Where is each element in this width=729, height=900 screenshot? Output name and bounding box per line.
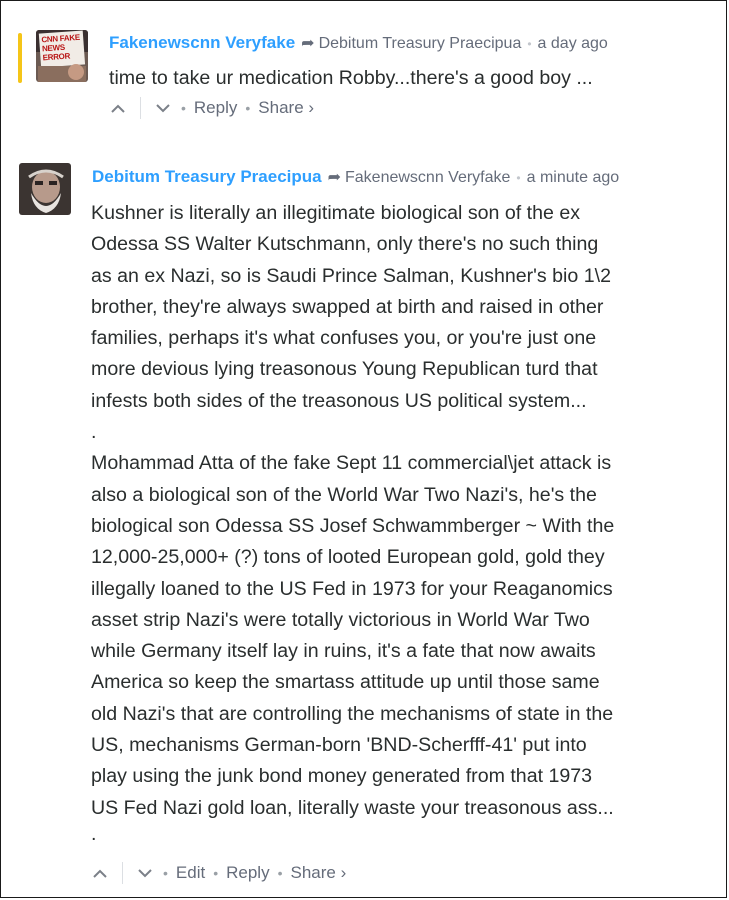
bullet-separator: •: [516, 171, 521, 185]
bullet-separator: •: [213, 865, 219, 881]
author-link[interactable]: Debitum Treasury Praecipua: [92, 167, 322, 187]
share-button[interactable]: Share ›: [290, 863, 346, 883]
comment-header: Debitum Treasury Praecipua ➦ Fakenewscnn…: [92, 167, 619, 187]
author-link[interactable]: Fakenewscnn Veryfake: [109, 33, 295, 53]
comment-text-line: US Fed Nazi gold loan, literally waste y…: [91, 796, 614, 819]
reply-arrow-icon: ➦: [301, 35, 315, 52]
reply-button[interactable]: Reply: [194, 98, 237, 118]
bullet-separator: •: [277, 865, 283, 881]
comment-text-line: play using the junk bond money generated…: [91, 765, 593, 788]
parent-author-link[interactable]: Debitum Treasury Praecipua: [319, 35, 522, 53]
comment-text-line: America so keep the smartass attitude up…: [91, 671, 600, 694]
comment-text-line: while Germany itself lay in ruins, it's …: [91, 640, 596, 663]
downvote-chevron-down-icon[interactable]: [153, 103, 173, 113]
upvote-chevron-up-icon[interactable]: [108, 104, 128, 113]
avatar-sign-text: CNN FAKE NEWS ERROR: [41, 32, 81, 63]
bullet-separator: •: [527, 37, 532, 51]
comment-text-line: illegally loaned to the US Fed in 1973 f…: [91, 577, 613, 600]
timestamp-link[interactable]: a day ago: [538, 35, 608, 53]
comment-text-line: .: [91, 421, 97, 444]
comment-text-line: Mohammad Atta of the fake Sept 11 commer…: [91, 452, 612, 475]
comment-text-line: as an ex Nazi, so is Saudi Prince Salman…: [91, 264, 611, 287]
bullet-separator: •: [181, 100, 186, 116]
comment-body: time to take ur medication Robby...there…: [109, 63, 709, 94]
comment-footer: • Edit • Reply • Share ›: [90, 862, 346, 884]
bullet-separator: •: [163, 865, 168, 881]
avatar[interactable]: [19, 163, 71, 215]
reply-button[interactable]: Reply: [226, 863, 269, 883]
comment-header: Fakenewscnn Veryfake ➦ Debitum Treasury …: [109, 33, 608, 53]
comment-text-line: time to take ur medication Robby...there…: [109, 67, 593, 89]
edit-button[interactable]: Edit: [176, 863, 205, 883]
comment-text-line: asset strip Nazi's were totally victorio…: [91, 608, 590, 631]
timestamp-link[interactable]: a minute ago: [527, 169, 620, 187]
avatar-image: [19, 163, 71, 215]
vote-divider: [140, 97, 141, 119]
share-button[interactable]: Share ›: [258, 98, 314, 118]
upvote-chevron-up-icon[interactable]: [90, 869, 110, 878]
comment-text-line: more devious lying treasonous Young Repu…: [91, 358, 598, 381]
avatar[interactable]: CNN FAKE NEWS ERROR: [36, 30, 88, 82]
comment-text-line: biological son Odessa SS Josef Schwammbe…: [91, 514, 615, 537]
comment-body: Kushner is literally an illegitimate bio…: [91, 198, 716, 844]
bullet-separator: •: [245, 100, 251, 116]
vote-divider: [122, 862, 123, 884]
parent-author-link[interactable]: Fakenewscnn Veryfake: [345, 169, 510, 187]
comment-text-line: Kushner is literally an illegitimate bio…: [91, 202, 581, 224]
comment-text-line: old Nazi's that are controlling the mech…: [91, 702, 614, 725]
comment-footer: • Reply • Share ›: [108, 97, 314, 119]
comment-text-line: US, mechanisms German-born 'BND-Scherfff…: [91, 734, 587, 757]
reply-arrow-icon: ➦: [327, 169, 341, 186]
comment-text-line: .: [91, 822, 97, 845]
comment-text-line: also a biological son of the World War T…: [91, 483, 597, 506]
comment-text-line: infests both sides of the treasonous US …: [91, 389, 587, 412]
comment-text-line: families, perhaps it's what confuses you…: [91, 327, 597, 350]
comment-text-line: 12,000-25,000+ (?) tons of looted Europe…: [91, 546, 605, 569]
new-comment-indicator: [18, 33, 22, 83]
comment-text-line: brother, they're always swapped at birth…: [91, 295, 604, 318]
comment-text-line: Odessa SS Walter Kutschmann, only there'…: [91, 233, 599, 256]
downvote-chevron-down-icon[interactable]: [135, 868, 155, 878]
